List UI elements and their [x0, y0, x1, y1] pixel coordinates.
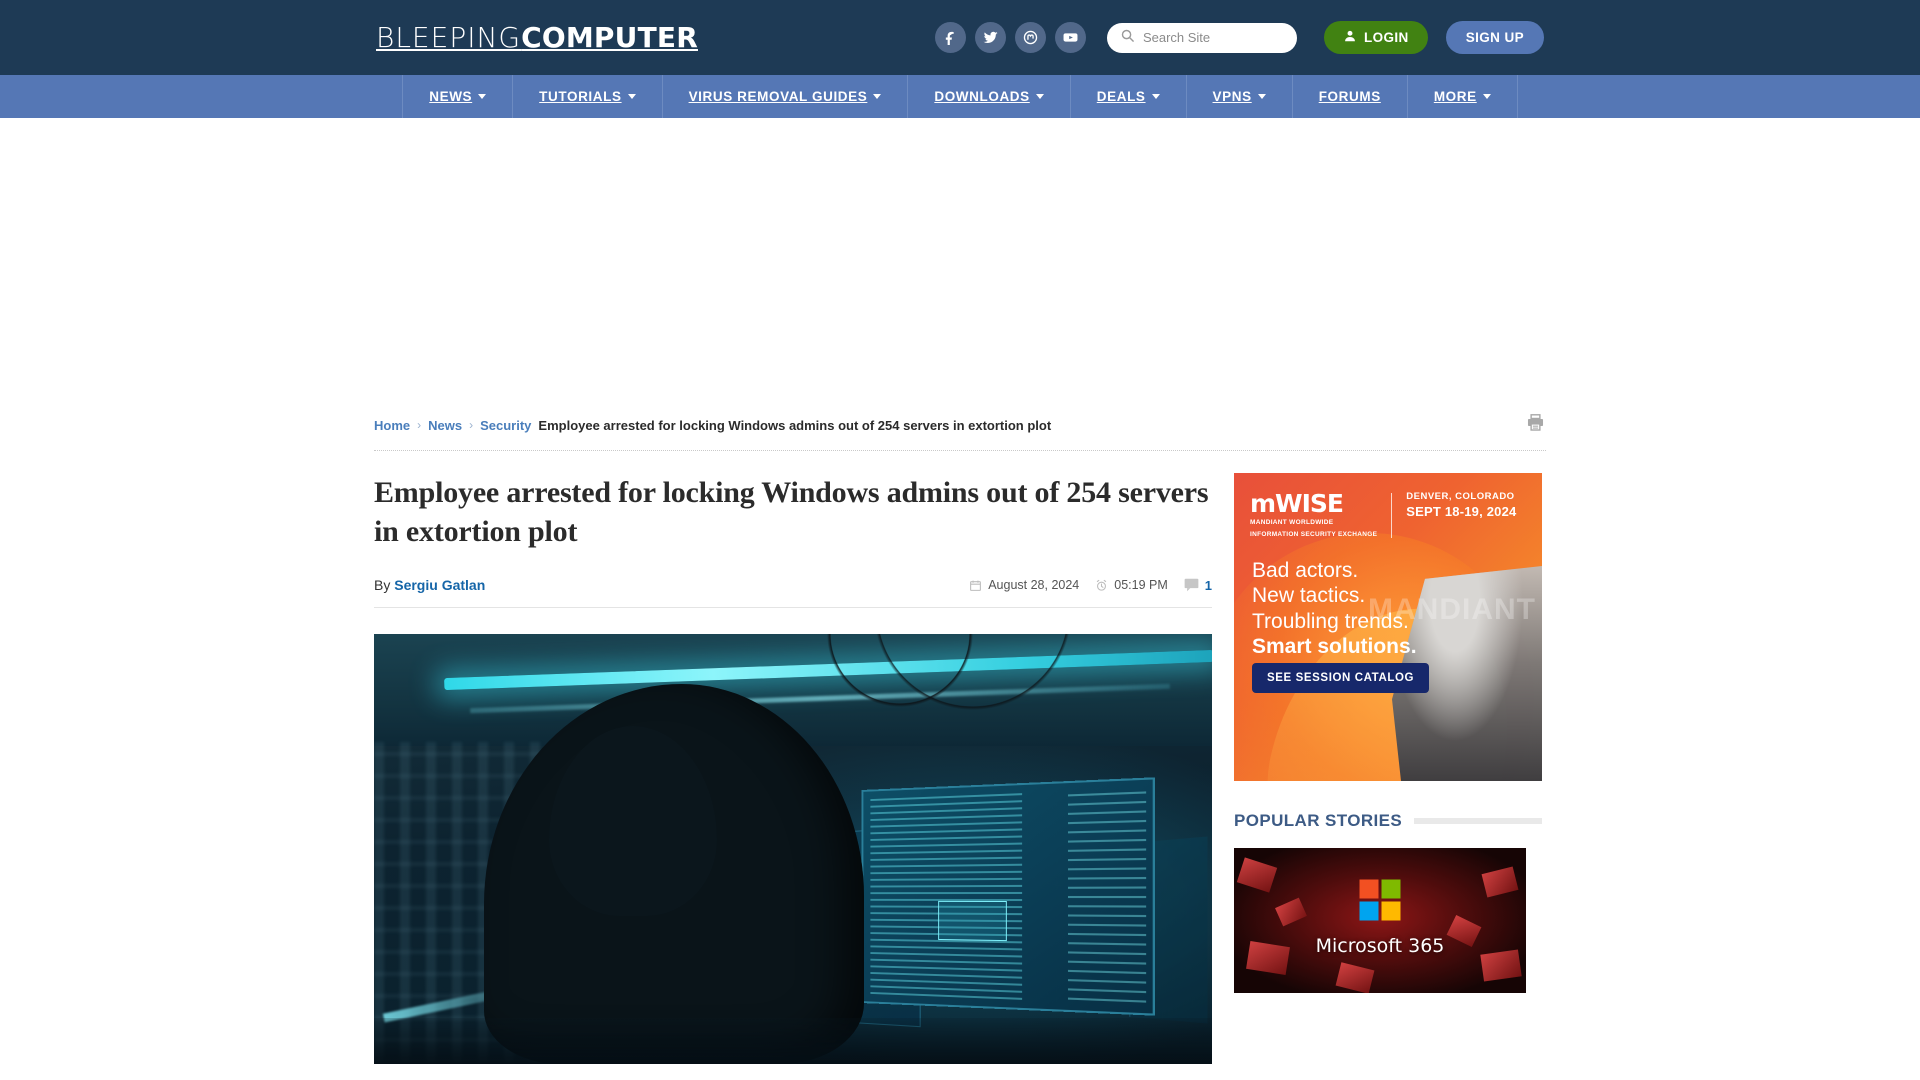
search-box[interactable]	[1106, 22, 1297, 53]
hero-desk-shadow	[374, 1018, 1212, 1064]
popular-story-thumbnail[interactable]: Microsoft 365	[1234, 848, 1526, 993]
leaderboard-ad-slot	[0, 118, 1920, 406]
login-button-label: LOGIN	[1363, 30, 1409, 45]
mwise-tagline-1: MANDIANT WORLDWIDE	[1250, 519, 1334, 526]
popular-stories-title: POPULAR STORIES	[1234, 811, 1403, 830]
nav-item-label: TUTORIALS	[539, 89, 622, 104]
article-hero-image	[374, 634, 1212, 1064]
alarm-clock-icon	[1095, 579, 1108, 592]
section-rule	[1414, 818, 1542, 824]
nav-item-label: FORUMS	[1318, 89, 1381, 104]
ad-line: Bad actors.	[1252, 558, 1359, 582]
breadcrumb-current: Employee arrested for locking Windows ad…	[538, 417, 1052, 433]
site-header: BLEEPINGCOMPUTER Search Site LOGIN SIGN …	[0, 0, 1920, 75]
ad-cta-button[interactable]: SEE SESSION CATALOG	[1252, 663, 1430, 693]
article-author-link[interactable]: Sergiu Gatlan	[394, 577, 485, 593]
popular-story-thumb-label: Microsoft 365	[1315, 935, 1445, 957]
chevron-right-icon: ›	[417, 418, 422, 432]
search-input[interactable]	[1142, 30, 1287, 45]
nav-item-label: VPNS	[1212, 89, 1252, 104]
ad-line-bold: Smart solutions.	[1252, 635, 1417, 659]
thumb-shard	[1275, 897, 1307, 927]
breadcrumb: Home › News › Security Employee arrested…	[374, 418, 1051, 433]
search-icon	[1120, 28, 1135, 48]
chevron-down-icon	[1151, 94, 1160, 99]
nav-item-label: DOWNLOADS	[934, 89, 1030, 104]
signup-button-label: SIGN UP	[1465, 30, 1524, 45]
ad-dates: SEPT 18-19, 2024	[1406, 504, 1517, 519]
nav-item-news[interactable]: NEWS	[402, 75, 512, 118]
mwise-tagline-2: INFORMATION SECURITY EXCHANGE	[1250, 530, 1378, 538]
byline-prefix: By	[374, 577, 391, 593]
publish-time: 05:19 PM	[1095, 578, 1168, 592]
publish-date: August 28, 2024	[969, 578, 1079, 592]
publish-time-value: 05:19 PM	[1114, 578, 1168, 592]
ad-line: New tactics.	[1252, 584, 1366, 608]
byline: By Sergiu Gatlan	[374, 577, 485, 593]
microsoft-logo-icon	[1359, 879, 1401, 921]
chevron-down-icon	[627, 94, 636, 99]
mwise-logo: mWISE MANDIANT WORLDWIDE INFORMATION SEC…	[1250, 491, 1377, 540]
chevron-right-icon: ›	[469, 418, 474, 432]
nav-item-label: MORE	[1433, 89, 1477, 104]
sidebar-ad-mwise[interactable]: MANDIANT mWISE MANDIANT WORLDWIDE INFORM…	[1234, 473, 1542, 781]
logo-text-light: BLEEPING	[376, 21, 522, 54]
youtube-icon[interactable]	[1054, 22, 1086, 53]
ad-line: Troubling trends.	[1252, 609, 1409, 633]
twitter-icon[interactable]	[974, 22, 1006, 53]
chevron-down-icon	[1482, 94, 1491, 99]
hero-code-highlight	[938, 900, 1007, 942]
logo-text-bold: COMPUTER	[521, 21, 698, 54]
mastodon-icon[interactable]	[1014, 22, 1046, 53]
login-button[interactable]: LOGIN	[1323, 21, 1428, 54]
breadcrumb-security[interactable]: Security	[480, 418, 531, 433]
user-icon	[1343, 29, 1357, 46]
comment-bubble-icon	[1184, 578, 1199, 592]
calendar-icon	[969, 579, 982, 592]
nav-item-label: NEWS	[429, 89, 473, 104]
nav-item-forums[interactable]: FORUMS	[1291, 75, 1407, 118]
hero-code-panel	[1067, 790, 1147, 1003]
comment-count: 1	[1204, 577, 1212, 593]
ad-location: DENVER, COLORADO	[1406, 491, 1515, 502]
breadcrumb-home[interactable]: Home	[374, 418, 410, 433]
nav-item-label: VIRUS REMOVAL GUIDES	[688, 89, 868, 104]
publish-date-value: August 28, 2024	[988, 578, 1080, 592]
main-navigation: NEWS TUTORIALS VIRUS REMOVAL GUIDES DOWNLOA…	[0, 75, 1920, 118]
nav-item-more[interactable]: MORE	[1406, 75, 1518, 118]
breadcrumb-news[interactable]: News	[428, 418, 462, 433]
nav-item-deals[interactable]: DEALS	[1069, 75, 1186, 118]
popular-stories-header: POPULAR STORIES	[1234, 811, 1542, 831]
nav-item-label: DEALS	[1096, 89, 1146, 104]
thumb-shard	[1335, 962, 1375, 993]
comments-link[interactable]: 1	[1184, 578, 1212, 593]
site-logo[interactable]: BLEEPINGCOMPUTER	[376, 21, 698, 54]
chevron-down-icon	[1257, 94, 1266, 99]
chevron-down-icon	[478, 94, 487, 99]
chevron-down-icon	[1035, 94, 1044, 99]
ad-divider	[1391, 493, 1393, 538]
nav-item-virus-removal-guides[interactable]: VIRUS REMOVAL GUIDES	[661, 75, 908, 118]
nav-item-vpns[interactable]: VPNS	[1185, 75, 1292, 118]
article-headline: Employee arrested for locking Windows ad…	[374, 476, 1209, 548]
chevron-down-icon	[873, 94, 882, 99]
nav-item-tutorials[interactable]: TUTORIALS	[512, 75, 661, 118]
print-icon[interactable]	[1525, 412, 1546, 438]
facebook-icon[interactable]	[934, 22, 966, 53]
signup-button[interactable]: SIGN UP	[1445, 21, 1544, 54]
mwise-wordmark: mWISE	[1250, 489, 1344, 518]
thumb-shard	[1481, 866, 1519, 898]
hero-monitor-main	[861, 777, 1155, 1016]
thumb-shard	[1236, 857, 1278, 893]
nav-item-downloads[interactable]: DOWNLOADS	[907, 75, 1069, 118]
